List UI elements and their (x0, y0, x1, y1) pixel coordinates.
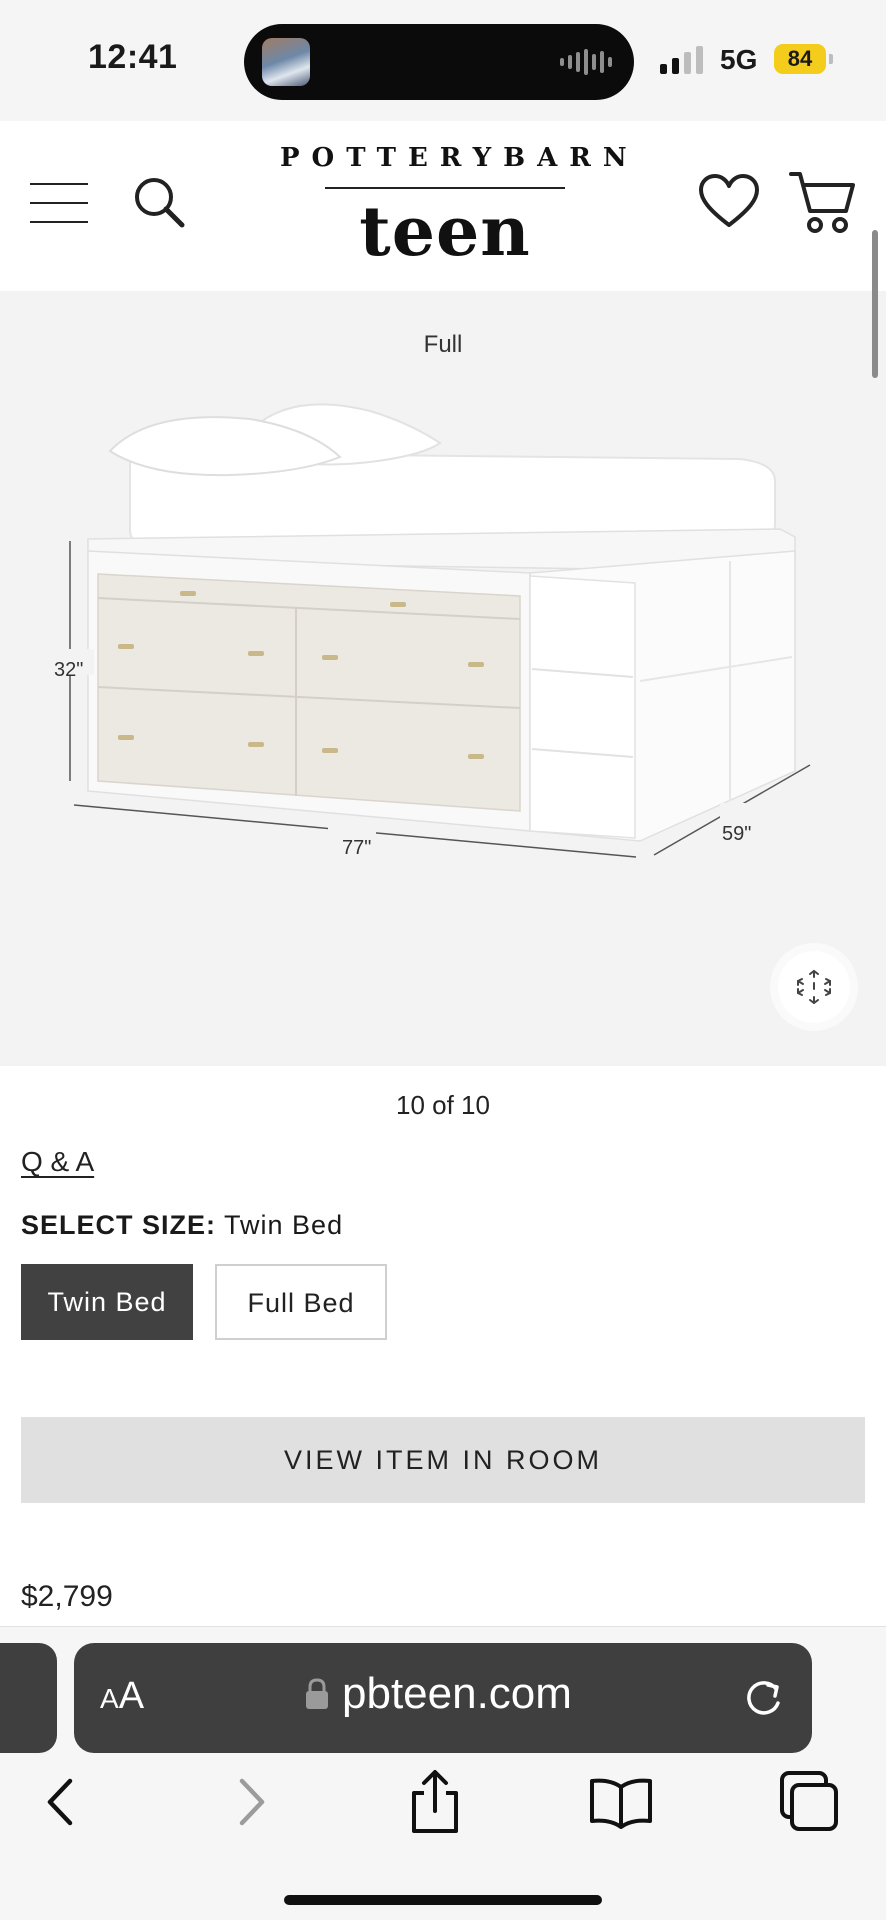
hamburger-menu-icon[interactable] (30, 183, 88, 225)
product-image-gallery[interactable]: Full 32" 77" 59" (0, 291, 886, 1066)
reload-icon[interactable] (738, 1673, 788, 1723)
size-option-full-bed[interactable]: Full Bed (215, 1264, 387, 1340)
image-caption: Full (423, 331, 463, 358)
home-indicator[interactable] (284, 1895, 602, 1905)
battery-indicator: 84 (774, 44, 826, 74)
dynamic-island (244, 24, 634, 100)
site-logo[interactable]: POTTERYBARN teen (280, 143, 639, 283)
heart-icon[interactable] (698, 173, 760, 229)
select-size-label: SELECT SIZE: (21, 1210, 217, 1240)
url-display[interactable]: pbteen.com (304, 1669, 572, 1719)
dimension-width-label: 77" (342, 837, 372, 859)
product-image-storage-bed (50, 403, 811, 858)
aa-small-letter: A (100, 1683, 119, 1714)
3d-cube-icon[interactable] (778, 951, 850, 1023)
forward-icon[interactable] (216, 1767, 286, 1837)
dimension-height-label: 32" (54, 659, 84, 681)
status-time: 12:41 (88, 38, 178, 76)
search-icon[interactable] (132, 175, 188, 231)
now-playing-thumbnail (262, 38, 310, 86)
view-item-in-room-button[interactable]: VIEW ITEM IN ROOM (21, 1417, 865, 1503)
logo-wordmark: teen (359, 192, 531, 272)
cart-icon[interactable] (788, 169, 856, 235)
logo-brand-line: POTTERYBARN (280, 143, 639, 173)
cellular-signal-icon (660, 46, 703, 74)
lock-icon (304, 1677, 330, 1711)
logo-divider (325, 187, 565, 189)
previous-tab-preview[interactable] (0, 1643, 57, 1753)
reader-aa-button[interactable]: AA (100, 1675, 144, 1718)
qa-link[interactable]: Q & A (21, 1146, 94, 1178)
page-scrollbar[interactable] (872, 230, 878, 378)
image-counter: 10 of 10 (396, 1090, 490, 1120)
aa-big-letter: A (118, 1675, 145, 1717)
bookmarks-icon[interactable] (586, 1767, 656, 1837)
size-option-twin-bed[interactable]: Twin Bed (21, 1264, 193, 1340)
network-type: 5G (720, 44, 758, 75)
audio-waveform-icon (560, 48, 612, 76)
battery-nub (829, 54, 833, 64)
status-bar: 12:41 5G 84 (0, 0, 886, 121)
url-text: pbteen.com (342, 1669, 572, 1718)
site-header: POTTERYBARN teen (0, 121, 886, 291)
back-icon[interactable] (26, 1767, 96, 1837)
dimension-depth-label: 59" (722, 823, 752, 845)
select-size-row: SELECT SIZE: Twin Bed (21, 1210, 343, 1241)
product-price: $2,799 (21, 1580, 113, 1613)
address-bar[interactable]: AA pbteen.com (74, 1643, 812, 1753)
tabs-icon[interactable] (774, 1767, 844, 1837)
share-icon[interactable] (400, 1767, 470, 1837)
selected-size-value: Twin Bed (224, 1210, 344, 1240)
safari-toolbar: AA pbteen.com (0, 1626, 886, 1920)
